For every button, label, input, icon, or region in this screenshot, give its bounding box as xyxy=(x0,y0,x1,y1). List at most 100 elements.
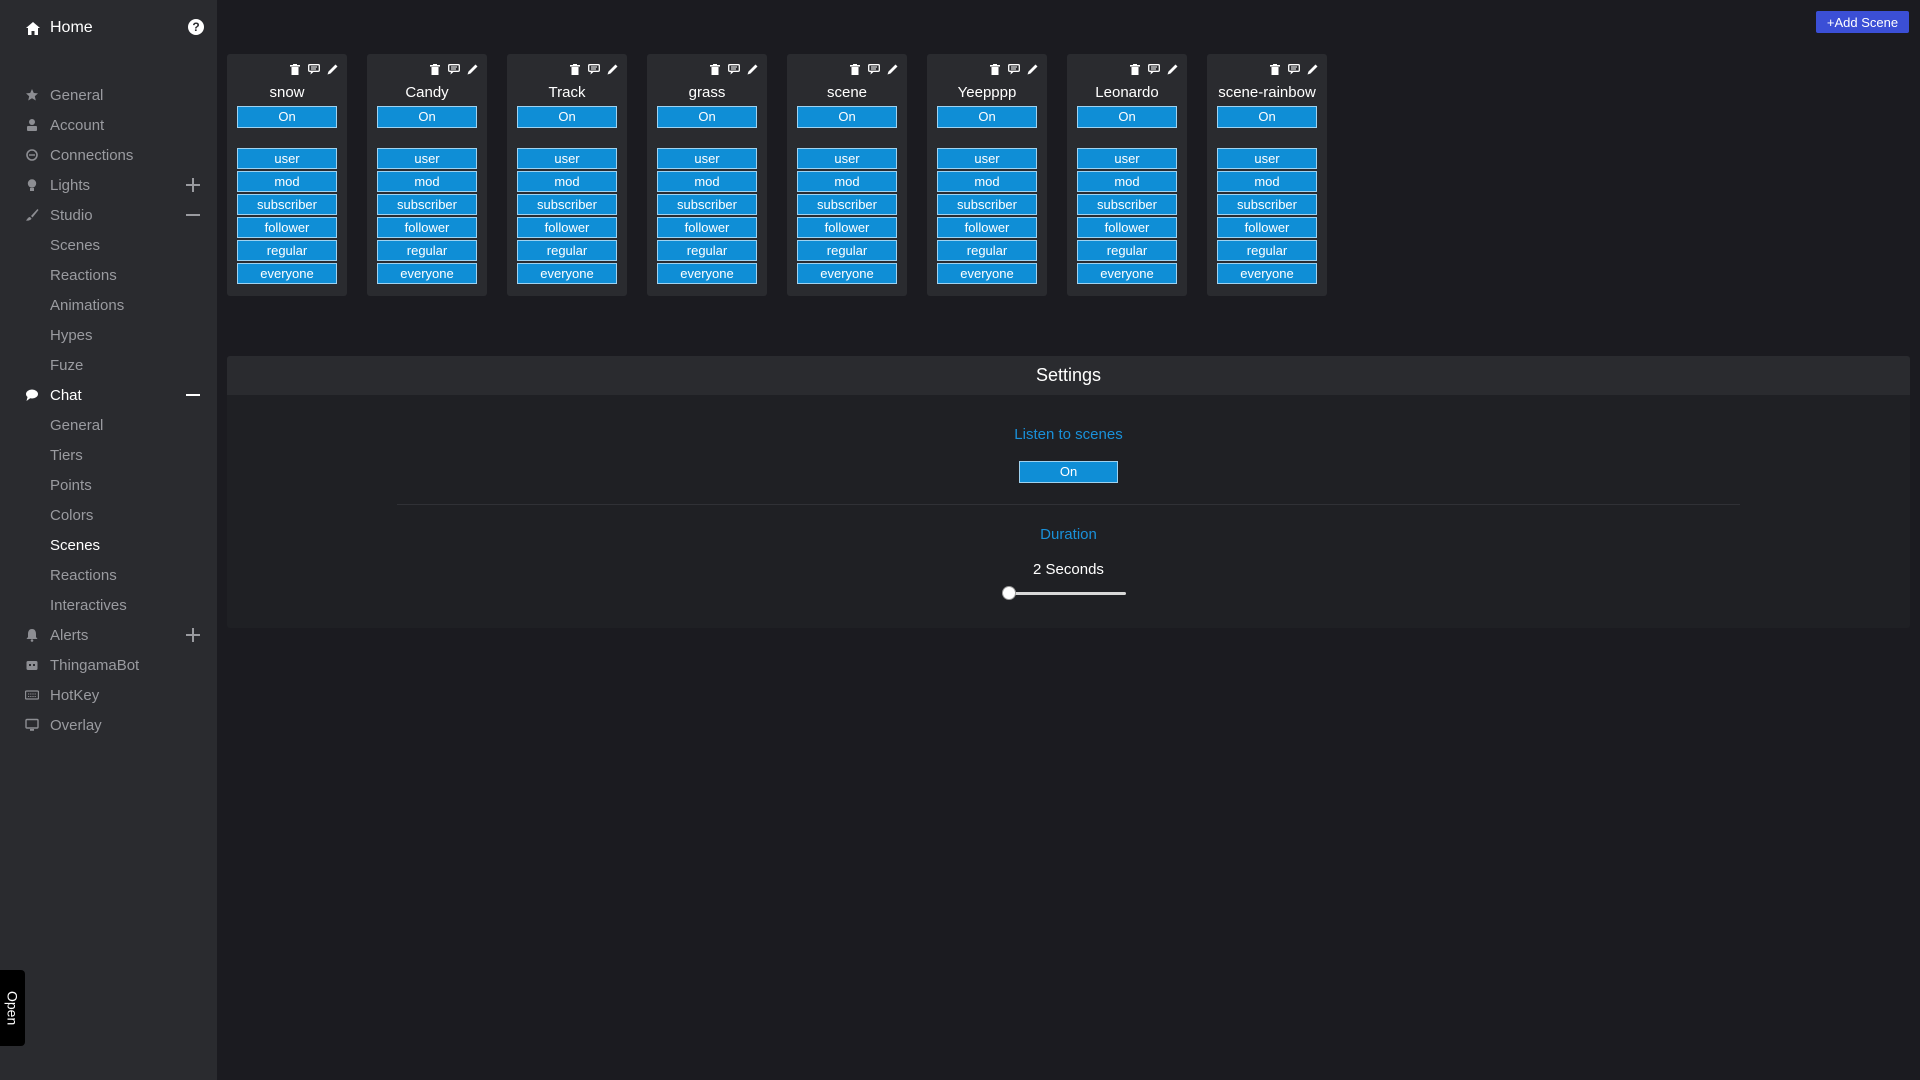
sidebar-item-hotkey[interactable]: HotKey xyxy=(0,680,217,710)
role-button-everyone[interactable]: everyone xyxy=(517,263,617,284)
listen-to-scenes-toggle[interactable]: On xyxy=(1019,461,1118,483)
comment-icon[interactable] xyxy=(867,63,880,75)
pencil-icon[interactable] xyxy=(606,63,619,75)
role-button-mod[interactable]: mod xyxy=(237,171,337,192)
sidebar-subitem-chat-interactives[interactable]: Interactives xyxy=(0,590,217,620)
role-button-everyone[interactable]: everyone xyxy=(237,263,337,284)
pencil-icon[interactable] xyxy=(746,63,759,75)
pencil-icon[interactable] xyxy=(1026,63,1039,75)
trash-icon[interactable] xyxy=(848,63,861,75)
pencil-icon[interactable] xyxy=(326,63,339,75)
scene-toggle-button[interactable]: On xyxy=(1217,106,1317,128)
sidebar-subitem-chat-colors[interactable]: Colors xyxy=(0,500,217,530)
role-button-user[interactable]: user xyxy=(657,148,757,169)
duration-slider[interactable] xyxy=(1002,586,1126,600)
trash-icon[interactable] xyxy=(988,63,1001,75)
role-button-subscriber[interactable]: subscriber xyxy=(1217,194,1317,215)
role-button-follower[interactable]: follower xyxy=(517,217,617,238)
role-button-everyone[interactable]: everyone xyxy=(937,263,1037,284)
role-button-subscriber[interactable]: subscriber xyxy=(377,194,477,215)
role-button-follower[interactable]: follower xyxy=(377,217,477,238)
role-button-user[interactable]: user xyxy=(797,148,897,169)
expand-icon[interactable] xyxy=(185,627,201,643)
role-button-user[interactable]: user xyxy=(377,148,477,169)
pencil-icon[interactable] xyxy=(886,63,899,75)
sidebar-item-general[interactable]: General xyxy=(0,80,217,110)
comment-icon[interactable] xyxy=(1287,63,1300,75)
sidebar-subitem-studio-fuze[interactable]: Fuze xyxy=(0,350,217,380)
trash-icon[interactable] xyxy=(428,63,441,75)
role-button-mod[interactable]: mod xyxy=(1217,171,1317,192)
role-button-regular[interactable]: regular xyxy=(937,240,1037,261)
collapse-icon[interactable] xyxy=(185,387,201,403)
scene-toggle-button[interactable]: On xyxy=(1077,106,1177,128)
pencil-icon[interactable] xyxy=(1306,63,1319,75)
role-button-regular[interactable]: regular xyxy=(517,240,617,261)
role-button-regular[interactable]: regular xyxy=(1077,240,1177,261)
pencil-icon[interactable] xyxy=(466,63,479,75)
role-button-mod[interactable]: mod xyxy=(517,171,617,192)
collapse-icon[interactable] xyxy=(185,207,201,223)
sidebar-item-studio[interactable]: Studio xyxy=(0,200,217,230)
sidebar-subitem-chat-reactions[interactable]: Reactions xyxy=(0,560,217,590)
role-button-user[interactable]: user xyxy=(237,148,337,169)
add-scene-button[interactable]: +Add Scene xyxy=(1816,11,1909,33)
scene-toggle-button[interactable]: On xyxy=(517,106,617,128)
scene-toggle-button[interactable]: On xyxy=(377,106,477,128)
trash-icon[interactable] xyxy=(1128,63,1141,75)
scene-toggle-button[interactable]: On xyxy=(797,106,897,128)
role-button-subscriber[interactable]: subscriber xyxy=(797,194,897,215)
comment-icon[interactable] xyxy=(307,63,320,75)
sidebar-item-alerts[interactable]: Alerts xyxy=(0,620,217,650)
role-button-everyone[interactable]: everyone xyxy=(377,263,477,284)
sidebar-subitem-studio-animations[interactable]: Animations xyxy=(0,290,217,320)
sidebar-item-account[interactable]: Account xyxy=(0,110,217,140)
trash-icon[interactable] xyxy=(288,63,301,75)
comment-icon[interactable] xyxy=(1147,63,1160,75)
role-button-everyone[interactable]: everyone xyxy=(1077,263,1177,284)
role-button-everyone[interactable]: everyone xyxy=(797,263,897,284)
role-button-user[interactable]: user xyxy=(1217,148,1317,169)
comment-icon[interactable] xyxy=(1007,63,1020,75)
sidebar-home[interactable]: Home ? xyxy=(24,16,204,40)
sidebar-subitem-studio-scenes[interactable]: Scenes xyxy=(0,230,217,260)
role-button-user[interactable]: user xyxy=(517,148,617,169)
role-button-everyone[interactable]: everyone xyxy=(657,263,757,284)
sidebar-item-lights[interactable]: Lights xyxy=(0,170,217,200)
role-button-regular[interactable]: regular xyxy=(1217,240,1317,261)
role-button-mod[interactable]: mod xyxy=(1077,171,1177,192)
scene-toggle-button[interactable]: On xyxy=(237,106,337,128)
role-button-subscriber[interactable]: subscriber xyxy=(937,194,1037,215)
role-button-mod[interactable]: mod xyxy=(937,171,1037,192)
sidebar-subitem-chat-scenes[interactable]: Scenes xyxy=(0,530,217,560)
trash-icon[interactable] xyxy=(708,63,721,75)
sidebar-subitem-studio-reactions[interactable]: Reactions xyxy=(0,260,217,290)
role-button-mod[interactable]: mod xyxy=(797,171,897,192)
sidebar-subitem-chat-tiers[interactable]: Tiers xyxy=(0,440,217,470)
role-button-user[interactable]: user xyxy=(937,148,1037,169)
sidebar-subitem-studio-hypes[interactable]: Hypes xyxy=(0,320,217,350)
role-button-everyone[interactable]: everyone xyxy=(1217,263,1317,284)
role-button-follower[interactable]: follower xyxy=(657,217,757,238)
role-button-user[interactable]: user xyxy=(1077,148,1177,169)
role-button-mod[interactable]: mod xyxy=(377,171,477,192)
role-button-subscriber[interactable]: subscriber xyxy=(237,194,337,215)
scene-toggle-button[interactable]: On xyxy=(657,106,757,128)
trash-icon[interactable] xyxy=(1268,63,1281,75)
role-button-subscriber[interactable]: subscriber xyxy=(1077,194,1177,215)
duration-slider-thumb[interactable] xyxy=(1002,586,1016,600)
role-button-subscriber[interactable]: subscriber xyxy=(657,194,757,215)
sidebar-item-thingamabot[interactable]: ThingamaBot xyxy=(0,650,217,680)
role-button-regular[interactable]: regular xyxy=(377,240,477,261)
comment-icon[interactable] xyxy=(447,63,460,75)
role-button-subscriber[interactable]: subscriber xyxy=(517,194,617,215)
expand-icon[interactable] xyxy=(185,177,201,193)
scene-toggle-button[interactable]: On xyxy=(937,106,1037,128)
role-button-follower[interactable]: follower xyxy=(237,217,337,238)
role-button-regular[interactable]: regular xyxy=(797,240,897,261)
role-button-regular[interactable]: regular xyxy=(237,240,337,261)
help-icon[interactable]: ? xyxy=(188,19,204,35)
sidebar-item-chat[interactable]: Chat xyxy=(0,380,217,410)
trash-icon[interactable] xyxy=(568,63,581,75)
comment-icon[interactable] xyxy=(727,63,740,75)
